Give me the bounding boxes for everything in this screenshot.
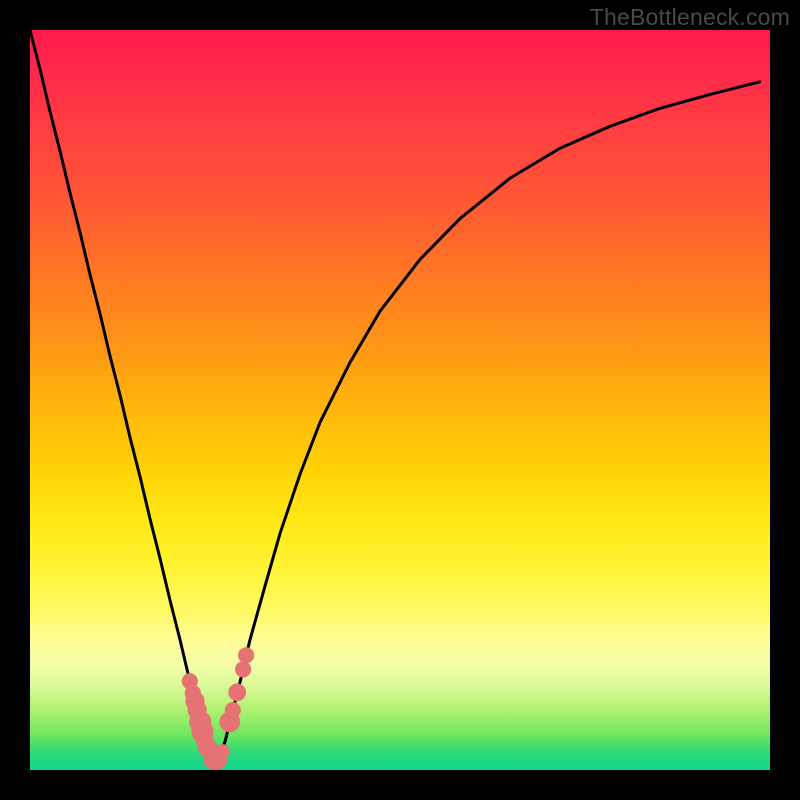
chart-frame: TheBottleneck.com bbox=[0, 0, 800, 800]
data-marker bbox=[228, 683, 246, 701]
curve-layer bbox=[30, 30, 770, 770]
plot-area bbox=[30, 30, 770, 770]
data-marker bbox=[215, 744, 230, 759]
bottleneck-curve bbox=[30, 30, 760, 766]
data-marker bbox=[225, 702, 241, 718]
data-marker bbox=[235, 661, 251, 677]
watermark-text: TheBottleneck.com bbox=[590, 4, 790, 31]
data-marker bbox=[238, 647, 254, 663]
